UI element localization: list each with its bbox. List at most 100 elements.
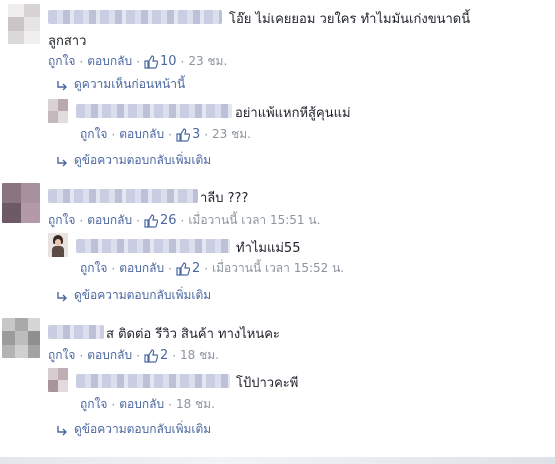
- view-previous-comments[interactable]: ดูความเห็นก่อนหน้านี้: [56, 75, 185, 94]
- timestamp[interactable]: 23 ชม.: [212, 125, 251, 144]
- reply-text: ทำไมแม่55: [236, 241, 301, 256]
- comment-text: ส ติดต่อ รีวิว สินค้า ทางไหนคะ: [106, 327, 280, 342]
- like-count[interactable]: 10: [160, 54, 177, 69]
- avatar-pixel: [2, 183, 21, 203]
- comment-text: โอ๊ย ไม่เคยยอม วยใคร ทำไมมันเก่งขนาดนี้: [229, 12, 471, 27]
- thumbs-up-icon[interactable]: [144, 54, 159, 69]
- avatar-pixel: [48, 368, 58, 380]
- reply-link[interactable]: ตอบกลับ: [87, 52, 132, 71]
- reply-arrow-icon: [56, 156, 68, 166]
- avatar-pixel: [15, 318, 28, 331]
- like-link[interactable]: ถูกใจ: [80, 395, 107, 414]
- view-more-replies-label: ดูข้อความตอบกลับเพิ่มเติม: [74, 288, 212, 302]
- reply-arrow-icon: [56, 80, 68, 90]
- avatar-pixel: [55, 239, 61, 246]
- like-count[interactable]: 2: [160, 348, 168, 363]
- like-count[interactable]: 2: [192, 261, 200, 276]
- commenter-name[interactable]: [48, 325, 104, 339]
- commenter-name[interactable]: [48, 189, 198, 203]
- avatar-pixel: [52, 246, 64, 257]
- avatar[interactable]: [48, 233, 68, 257]
- avatar[interactable]: [2, 318, 40, 358]
- avatar-pixel: [28, 331, 40, 345]
- timestamp[interactable]: 18 ชม.: [180, 346, 219, 365]
- timestamp[interactable]: 18 ชม.: [176, 395, 215, 414]
- avatar-pixel: [48, 380, 58, 392]
- avatar-pixel: [21, 203, 40, 223]
- avatar-pixel: [2, 345, 15, 358]
- like-link[interactable]: ถูกใจ: [80, 259, 107, 278]
- separator: ·: [204, 127, 209, 142]
- thumbs-up-icon[interactable]: [144, 213, 159, 228]
- avatar-pixel: [28, 345, 40, 358]
- avatar[interactable]: [8, 4, 40, 44]
- avatar-pixel: [24, 17, 40, 31]
- avatar[interactable]: [48, 368, 68, 392]
- reply-arrow-icon: [56, 291, 68, 301]
- comment-actions: ถูกใจ · ตอบกลับ · 10 · 23 ชม.: [48, 52, 227, 71]
- avatar-pixel: [24, 4, 40, 17]
- timestamp[interactable]: เมื่อวานนี้ เวลา 15:52 น.: [212, 259, 344, 278]
- separator: ·: [136, 213, 140, 228]
- avatar-pixel: [58, 111, 68, 123]
- separator: ·: [111, 397, 116, 412]
- avatar-pixel: [58, 368, 68, 380]
- reply-link[interactable]: ตอบกลับ: [119, 125, 164, 144]
- avatar-pixel: [2, 203, 21, 223]
- commenter-name[interactable]: [48, 10, 222, 24]
- avatar-pixel: [2, 318, 15, 331]
- timestamp[interactable]: เมื่อวานนี้ เวลา 15:51 น.: [188, 211, 320, 230]
- separator: ·: [79, 54, 84, 69]
- separator: ·: [168, 127, 172, 142]
- avatar-pixel: [58, 380, 68, 392]
- avatar-pixel: [48, 111, 58, 123]
- comment-actions: ถูกใจ · ตอบกลับ · 2 · 18 ชม.: [48, 346, 219, 365]
- thumbs-up-icon[interactable]: [176, 261, 191, 276]
- avatar-pixel: [15, 331, 28, 345]
- thumbs-up-icon[interactable]: [176, 127, 191, 142]
- separator: ·: [111, 261, 116, 276]
- avatar-pixel: [28, 318, 40, 331]
- timestamp[interactable]: 23 ชม.: [188, 52, 227, 71]
- separator: ·: [168, 397, 172, 412]
- avatar-pixel: [8, 4, 24, 17]
- like-count[interactable]: 26: [160, 213, 177, 228]
- separator: ·: [204, 261, 209, 276]
- like-link[interactable]: ถูกใจ: [48, 346, 75, 365]
- reply-link[interactable]: ตอบกลับ: [87, 211, 132, 230]
- like-link[interactable]: ถูกใจ: [48, 211, 75, 230]
- like-count[interactable]: 3: [192, 127, 200, 142]
- separator: ·: [172, 348, 177, 363]
- separator: ·: [180, 213, 185, 228]
- commenter-name[interactable]: [76, 374, 230, 388]
- view-more-replies-label: ดูข้อความตอบกลับเพิ่มเติม: [74, 422, 212, 436]
- separator: ·: [168, 261, 172, 276]
- view-more-replies[interactable]: ดูข้อความตอบกลับเพิ่มเติม: [56, 286, 211, 305]
- avatar-pixel: [48, 99, 58, 111]
- avatar-pixel: [58, 99, 68, 111]
- thumbs-up-icon[interactable]: [144, 348, 159, 363]
- view-more-replies[interactable]: ดูข้อความตอบกลับเพิ่มเติม: [56, 151, 211, 170]
- comment-text: าลีบ ???: [200, 191, 249, 206]
- separator: ·: [180, 54, 185, 69]
- avatar-pixel: [8, 31, 24, 44]
- avatar[interactable]: [2, 183, 40, 223]
- avatar-pixel: [8, 17, 24, 31]
- reply-link[interactable]: ตอบกลับ: [87, 346, 132, 365]
- avatar-pixel: [21, 183, 40, 203]
- separator: ·: [79, 348, 84, 363]
- commenter-name[interactable]: [76, 239, 230, 253]
- next-comment-cutoff: [0, 457, 555, 464]
- view-more-replies-label: ดูข้อความตอบกลับเพิ่มเติม: [74, 153, 212, 167]
- like-link[interactable]: ถูกใจ: [80, 125, 107, 144]
- reply-text: โป้ปาวคะพี: [236, 376, 299, 391]
- separator: ·: [136, 348, 140, 363]
- reply-link[interactable]: ตอบกลับ: [119, 259, 164, 278]
- avatar-pixel: [15, 345, 28, 358]
- avatar[interactable]: [48, 99, 68, 123]
- commenter-name[interactable]: [76, 104, 232, 118]
- comment-text-continued: ลูกสาว: [48, 34, 87, 49]
- view-more-replies[interactable]: ดูข้อความตอบกลับเพิ่มเติม: [56, 420, 211, 439]
- like-link[interactable]: ถูกใจ: [48, 52, 75, 71]
- reply-link[interactable]: ตอบกลับ: [119, 395, 164, 414]
